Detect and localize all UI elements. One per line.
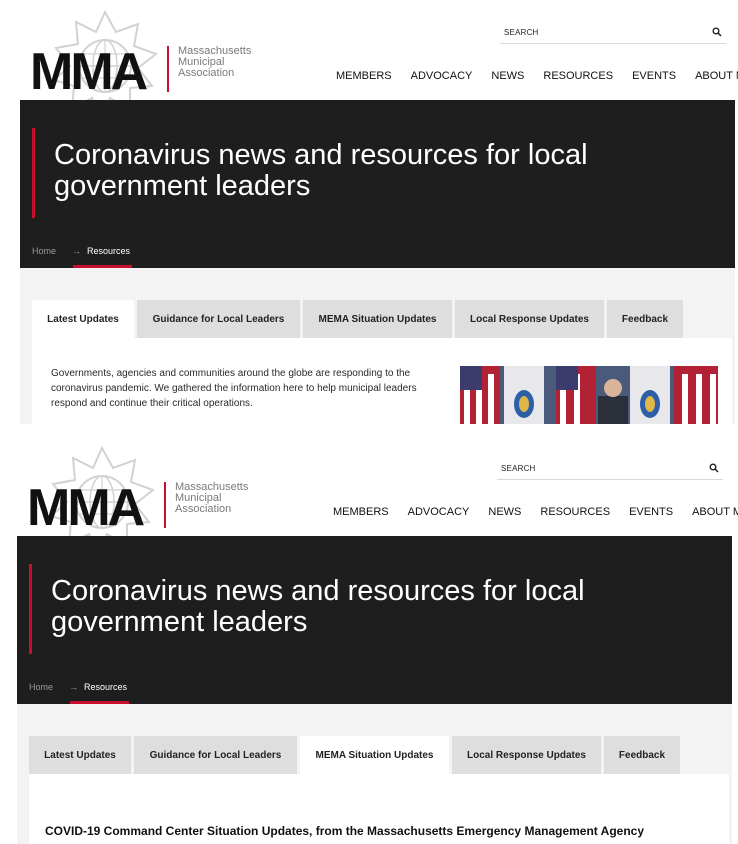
nav-resources[interactable]: RESOURCES <box>540 506 610 518</box>
breadcrumb-current[interactable]: Resources <box>70 682 130 704</box>
logo-tagline: Massachusetts Municipal Association <box>178 46 251 79</box>
logo-line-3: Association <box>178 67 235 79</box>
nav-members[interactable]: MEMBERS <box>336 70 392 82</box>
tab-latest-updates[interactable]: Latest Updates <box>29 736 131 774</box>
tab-bar: Latest Updates Guidance for Local Leader… <box>32 300 686 338</box>
search-label: SEARCH <box>501 464 536 473</box>
tab-feedback[interactable]: Feedback <box>607 300 683 338</box>
breadcrumb-home[interactable]: Home <box>29 682 53 692</box>
page-title: Coronavirus news and resources for local… <box>54 139 588 202</box>
hero-accent-bar <box>29 564 32 654</box>
nav-advocacy[interactable]: ADVOCACY <box>411 70 473 82</box>
nav-news[interactable]: NEWS <box>488 506 521 518</box>
logo-divider <box>167 46 169 92</box>
tab-guidance-local-leaders[interactable]: Guidance for Local Leaders <box>134 736 297 774</box>
breadcrumb-current[interactable]: Resources <box>73 246 133 268</box>
logo-wordmark: MMA <box>27 479 145 537</box>
tab-local-response-updates[interactable]: Local Response Updates <box>455 300 604 338</box>
nav-about-mma[interactable]: ABOUT MMA <box>695 70 738 82</box>
tab-panel-mema-situation-updates: COVID-19 Command Center Situation Update… <box>29 774 729 844</box>
hero-banner: Coronavirus news and resources for local… <box>17 536 732 704</box>
search-label: SEARCH <box>504 28 539 37</box>
logo-divider <box>164 482 166 528</box>
logo-wordmark: MMA <box>30 43 148 101</box>
breadcrumb-arrow-icon: → <box>69 682 79 692</box>
page-title: Coronavirus news and resources for local… <box>51 575 585 638</box>
screenshot-mema-situation-updates: MMA Massachusetts Municipal Association … <box>0 436 738 844</box>
breadcrumb: Home → Resources <box>29 682 130 704</box>
nav-members[interactable]: MEMBERS <box>333 506 389 518</box>
tab-guidance-local-leaders[interactable]: Guidance for Local Leaders <box>137 300 300 338</box>
breadcrumb-arrow-icon: → <box>72 246 82 256</box>
tab-latest-updates[interactable]: Latest Updates <box>32 300 134 338</box>
nav-about-mma[interactable]: ABOUT MMA <box>692 506 738 518</box>
nav-events[interactable]: EVENTS <box>629 506 673 518</box>
nav-advocacy[interactable]: ADVOCACY <box>408 506 470 518</box>
content-area: Latest Updates Guidance for Local Leader… <box>20 268 735 424</box>
search-input[interactable]: SEARCH <box>497 460 723 480</box>
nav-events[interactable]: EVENTS <box>632 70 676 82</box>
tab-bar: Latest Updates Guidance for Local Leader… <box>29 736 683 774</box>
hero-banner: Coronavirus news and resources for local… <box>20 100 735 268</box>
search-icon[interactable] <box>712 27 722 37</box>
section-heading: COVID-19 Command Center Situation Update… <box>45 824 645 838</box>
search-input[interactable]: SEARCH <box>500 24 726 44</box>
tab-mema-situation-updates[interactable]: MEMA Situation Updates <box>300 736 449 774</box>
tab-panel-latest-updates: Governments, agencies and communities ar… <box>32 338 732 424</box>
screenshot-latest-updates: MMA Massachusetts Municipal Association … <box>0 0 738 424</box>
hero-accent-bar <box>32 128 35 218</box>
nav-news[interactable]: NEWS <box>491 70 524 82</box>
governor-press-photo <box>460 366 718 424</box>
nav-resources[interactable]: RESOURCES <box>543 70 613 82</box>
content-area: Latest Updates Guidance for Local Leader… <box>17 704 732 844</box>
intro-text: Governments, agencies and communities ar… <box>51 368 417 409</box>
logo-tagline: Massachusetts Municipal Association <box>175 482 248 515</box>
tab-mema-situation-updates[interactable]: MEMA Situation Updates <box>303 300 452 338</box>
logo-line-3: Association <box>175 503 232 515</box>
main-nav: MEMBERS ADVOCACY NEWS RESOURCES EVENTS A… <box>336 70 738 82</box>
main-nav: MEMBERS ADVOCACY NEWS RESOURCES EVENTS A… <box>333 506 738 518</box>
breadcrumb: Home → Resources <box>32 246 133 268</box>
tab-feedback[interactable]: Feedback <box>604 736 680 774</box>
tab-local-response-updates[interactable]: Local Response Updates <box>452 736 601 774</box>
breadcrumb-home[interactable]: Home <box>32 246 56 256</box>
search-icon[interactable] <box>709 463 719 473</box>
